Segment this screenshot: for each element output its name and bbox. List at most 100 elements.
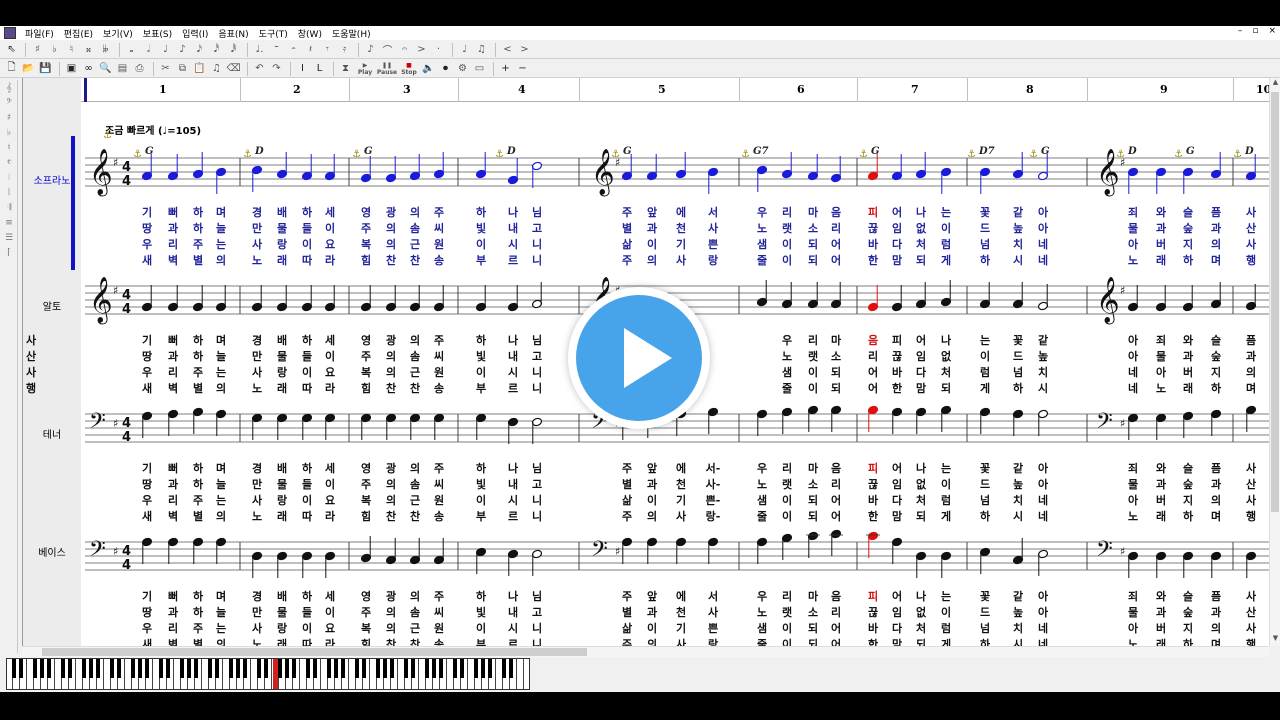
piano-keyboard[interactable] xyxy=(6,658,530,690)
quarter-note-icon[interactable]: ♩ xyxy=(158,42,173,57)
lyric-syllable[interactable]: 는 xyxy=(938,588,954,604)
bass-clef-tool-icon[interactable]: 𝄢 xyxy=(2,98,16,110)
lyric-syllable[interactable]: 임 xyxy=(889,476,905,492)
lyric-syllable[interactable]: 의 xyxy=(383,620,399,636)
lyric-syllable[interactable]: 어 xyxy=(828,508,844,524)
chord-symbol[interactable]: D7 xyxy=(979,146,995,157)
lyric-syllable[interactable]: 시 xyxy=(505,620,521,636)
piano-black-key[interactable] xyxy=(481,659,485,678)
piano-black-key[interactable] xyxy=(68,659,72,678)
lyric-syllable[interactable]: 님 xyxy=(529,588,545,604)
lyric-syllable[interactable]: 임 xyxy=(889,220,905,236)
lyric-syllable[interactable]: 랫 xyxy=(779,604,795,620)
zoom-icon[interactable]: 🔍 xyxy=(98,61,113,76)
menu-input[interactable]: 입력(I) xyxy=(177,27,213,40)
lyric-syllable[interactable]: 쁜- xyxy=(705,492,721,508)
lyric-syllable[interactable]: 라 xyxy=(322,252,338,268)
sixteenth-note-icon[interactable]: 𝅘𝅥𝅯 xyxy=(192,42,207,57)
lyric-syllable[interactable]: 처 xyxy=(913,492,929,508)
lyric-syllable[interactable]: 사 xyxy=(249,364,265,380)
lyric-syllable[interactable]: 들 xyxy=(299,604,315,620)
lyric-syllable[interactable]: 천 xyxy=(673,220,689,236)
lyric-syllable[interactable]: 는 xyxy=(213,364,229,380)
measure-ruler[interactable]: 1 2 3 4 5 6 7 8 9 10 xyxy=(81,78,1269,102)
lyric-syllable[interactable]: 에 xyxy=(673,460,689,476)
anchor-icon[interactable]: ⚓ xyxy=(243,149,252,160)
lyric-syllable[interactable]: 과 xyxy=(165,476,181,492)
lyric-syllable[interactable]: 럼 xyxy=(938,492,954,508)
lyric-syllable[interactable]: 고 xyxy=(529,604,545,620)
lyric-syllable[interactable]: 소 xyxy=(828,348,844,364)
vertical-scrollbar[interactable]: ▲ ▼ xyxy=(1269,78,1280,646)
lyric-syllable[interactable]: 우 xyxy=(754,460,770,476)
chord-symbol[interactable]: G xyxy=(145,146,154,157)
lyric-syllable[interactable]: 벽 xyxy=(165,636,181,646)
lyric-syllable[interactable]: 없 xyxy=(913,476,929,492)
lyric-syllable[interactable]: 내 xyxy=(505,348,521,364)
lyric-syllable[interactable]: 니 xyxy=(529,364,545,380)
video-play-overlay[interactable] xyxy=(568,287,710,429)
lyric-syllable[interactable]: 씨 xyxy=(431,220,447,236)
lyric-syllable[interactable]: 땅 xyxy=(139,604,155,620)
lyric-syllable[interactable]: 의 xyxy=(213,508,229,524)
piano-black-key[interactable] xyxy=(33,659,37,678)
lyric-syllable[interactable]: 숲 xyxy=(1180,220,1196,236)
lyric-syllable[interactable]: 이 xyxy=(779,492,795,508)
lyric-syllable[interactable]: 배 xyxy=(274,588,290,604)
lyric-syllable[interactable]: 같 xyxy=(1010,460,1026,476)
lyric-syllable[interactable]: 게 xyxy=(938,252,954,268)
lyric-syllable[interactable]: 의 xyxy=(1208,236,1224,252)
lyric-syllable[interactable]: 아 xyxy=(1035,220,1051,236)
lyric-syllable[interactable]: 노 xyxy=(754,604,770,620)
lyric-syllable[interactable]: 나 xyxy=(913,460,929,476)
lyric-syllable[interactable]: 리 xyxy=(165,364,181,380)
lyric-syllable[interactable]: 마 xyxy=(805,204,821,220)
lyric-syllable[interactable]: 주 xyxy=(358,220,374,236)
lyric-syllable[interactable]: 노 xyxy=(249,636,265,646)
lyric-syllable[interactable]: 과 xyxy=(1153,604,1169,620)
piano-black-key[interactable] xyxy=(439,659,443,678)
lyric-syllable[interactable]: 마 xyxy=(805,460,821,476)
lyric-syllable[interactable]: 치 xyxy=(1035,364,1051,380)
lyric-syllable[interactable]: 배 xyxy=(274,332,290,348)
lyric-syllable[interactable]: 게 xyxy=(938,636,954,646)
lyric-syllable[interactable]: 리 xyxy=(779,588,795,604)
page-setup-icon[interactable]: ▤ xyxy=(115,61,130,76)
lyric-syllable[interactable]: 피 xyxy=(865,588,881,604)
lyric-syllable[interactable]: 찬 xyxy=(407,380,423,396)
midi-settings-icon[interactable]: ⚙ xyxy=(455,61,470,76)
eighth-rest-icon[interactable]: 𝄾 xyxy=(320,42,335,57)
lyric-syllable[interactable]: 삶 xyxy=(619,236,635,252)
lyric-syllable[interactable]: 사 xyxy=(673,252,689,268)
lyric-syllable[interactable]: 행 xyxy=(1243,636,1259,646)
lyric-syllable[interactable]: 경 xyxy=(249,332,265,348)
lyric-syllable[interactable]: 솜 xyxy=(407,604,423,620)
lyric-syllable[interactable]: 리 xyxy=(165,236,181,252)
lyric-syllable[interactable]: 시 xyxy=(505,492,521,508)
piano-black-key[interactable] xyxy=(383,659,387,678)
lyric-syllable[interactable]: 힘 xyxy=(358,508,374,524)
lyric-syllable[interactable]: 지 xyxy=(1180,620,1196,636)
lyric-syllable[interactable]: 새 xyxy=(139,252,155,268)
lyric-syllable[interactable]: 바 xyxy=(865,620,881,636)
lyric-syllable[interactable]: 줄 xyxy=(754,508,770,524)
chord-symbol[interactable]: G xyxy=(623,146,632,157)
lyric-syllable[interactable]: 세 xyxy=(322,460,338,476)
lyric-syllable[interactable]: 하 xyxy=(473,332,489,348)
lyric-syllable[interactable]: 의 xyxy=(383,220,399,236)
lyric-syllable[interactable]: 기 xyxy=(139,588,155,604)
lyric-syllable[interactable]: 사 xyxy=(1243,588,1259,604)
lyric-syllable[interactable]: 과 xyxy=(1153,220,1169,236)
lyric-syllable[interactable]: 씨 xyxy=(431,604,447,620)
lyric-syllable[interactable]: 네 xyxy=(1035,492,1051,508)
lyric-syllable[interactable]: 송 xyxy=(431,252,447,268)
lyric-syllable[interactable]: 물 xyxy=(1125,220,1141,236)
lyric-syllable[interactable]: 아 xyxy=(1125,332,1141,348)
lyric-syllable[interactable]: 같 xyxy=(1035,332,1051,348)
lyric-syllable[interactable]: 힘 xyxy=(358,636,374,646)
lyric-syllable[interactable]: 나 xyxy=(505,460,521,476)
redo-icon[interactable]: ↷ xyxy=(269,61,284,76)
lyric-syllable[interactable]: 별 xyxy=(190,252,206,268)
measure-number[interactable]: 4 xyxy=(518,83,526,96)
volume-icon[interactable]: 🔈 xyxy=(421,61,436,76)
